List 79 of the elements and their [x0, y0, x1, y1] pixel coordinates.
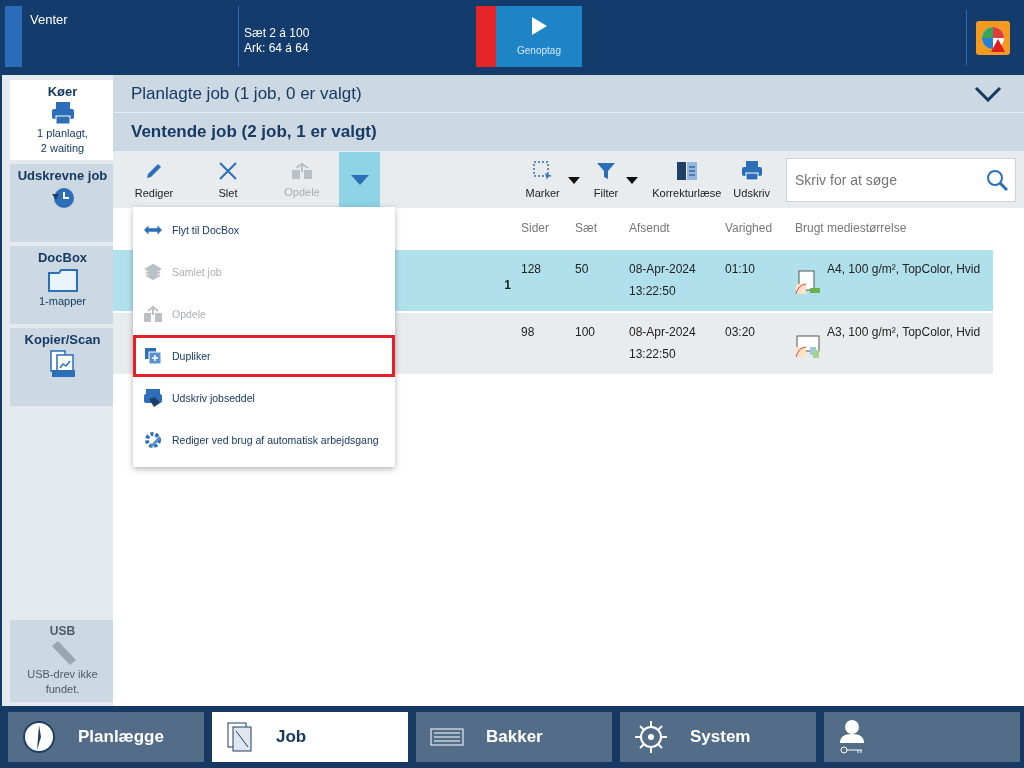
table-cell-text: 01:10: [725, 262, 757, 276]
table-cell: A4, 100 g/m², TopColor, Hvid: [827, 262, 981, 276]
printer-icon: [50, 102, 75, 124]
media-icon: [795, 333, 821, 359]
menu-item[interactable]: Dupliker: [133, 335, 395, 377]
table-cell-text: 08-Apr-2024: [629, 325, 697, 339]
search-icon[interactable]: [986, 169, 1008, 191]
caret-icon[interactable]: [567, 176, 580, 184]
media-icon: [795, 270, 821, 296]
nav-tab[interactable]: Bakker: [416, 712, 612, 762]
table-cell-text: 128: [521, 262, 543, 276]
section-header[interactable]: Ventende job (2 job, 1 er valgt): [113, 113, 1024, 152]
column-header[interactable]: Afsendt: [624, 221, 725, 235]
sidebar-item[interactable]: Kopier/Scan: [10, 328, 115, 406]
printer-icon: [740, 161, 763, 181]
color-wheel-icon[interactable]: [976, 20, 1010, 55]
table-cell-text: 13:22:50: [629, 347, 677, 361]
toolbar-button[interactable]: Filter: [587, 152, 625, 208]
nav-tab[interactable]: Job: [212, 712, 408, 762]
double-arrow-icon: [144, 224, 162, 236]
split-icon: [291, 162, 313, 180]
nav-tab[interactable]: [824, 712, 1020, 762]
toolbar-button[interactable]: Slet: [191, 152, 265, 208]
caret-icon[interactable]: [626, 176, 639, 184]
user-key-icon: [838, 719, 866, 755]
sidebar-item[interactable]: Udskrevne job: [10, 164, 115, 242]
usb-title: USB: [49, 624, 76, 638]
history-icon: [49, 186, 76, 210]
table-cell-text: 98: [521, 325, 536, 339]
column-header[interactable]: Sæt: [575, 221, 624, 235]
toolbar-button[interactable]: Udskriv: [727, 152, 776, 208]
duplicate-icon: [144, 348, 162, 364]
usb-status-text: USB-drev ikke: [27, 668, 98, 681]
column-header[interactable]: Varighed: [725, 221, 795, 235]
menu-item[interactable]: Udskriv jobseddel: [133, 377, 395, 419]
table-cell-text: 50: [575, 262, 590, 276]
chevron-down-icon[interactable]: [974, 85, 1002, 102]
selection-icon: [532, 161, 553, 181]
table-cell: 1: [504, 278, 511, 292]
clock-icon: [22, 720, 56, 754]
more-button[interactable]: [339, 152, 380, 208]
toolbar-button[interactable]: Rediger: [117, 152, 191, 208]
section-title: Planlagte job (1 job, 0 er valgt): [131, 83, 362, 104]
column-header[interactable]: Brugt mediestørrelse: [795, 221, 993, 235]
sidebar-item[interactable]: DocBox 1-mapper: [10, 246, 115, 324]
nav-tab[interactable]: System: [620, 712, 816, 762]
triangle-down-icon: [349, 174, 370, 186]
close-icon: [218, 161, 238, 181]
toolbar-button[interactable]: Korrekturlæse: [646, 152, 728, 208]
menu-item[interactable]: Rediger ved brug af automatisk arbejdsgang: [133, 419, 395, 461]
printer-icon: [144, 389, 162, 407]
copy-scan-icon: [48, 350, 77, 378]
toolbar-button[interactable]: Marker: [519, 152, 566, 208]
search-field[interactable]: Skriv for at søge: [786, 158, 1016, 202]
settings-icon: [634, 720, 668, 754]
book-icon: [675, 161, 698, 181]
section-header[interactable]: Planlagte job (1 job, 0 er valgt): [113, 75, 1024, 113]
progress-text: Sæt 2 á 100: [244, 25, 311, 41]
table-cell-text: 03:20: [725, 325, 757, 339]
filter-icon: [596, 161, 616, 181]
split-icon: [144, 306, 162, 322]
table-cell-text: 100: [575, 325, 597, 339]
pencil-icon: [144, 161, 164, 181]
play-icon: [531, 17, 547, 35]
gear-pencil-icon: [144, 431, 162, 449]
documents-icon: [226, 721, 254, 753]
folder-icon: [47, 268, 78, 292]
progress-text: Ark: 64 á 64: [244, 40, 310, 56]
table-cell-text: 08-Apr-2024: [629, 262, 697, 276]
status-text: Venter: [30, 12, 68, 27]
nav-tab[interactable]: Planlægge: [8, 712, 204, 762]
tray-icon: [430, 728, 464, 746]
sidebar-item[interactable]: Køer 1 planlagt, 2 waiting: [10, 80, 115, 160]
menu-item[interactable]: Flyt til DocBox: [133, 209, 395, 251]
table-cell-text: 13:22:50: [629, 284, 677, 298]
column-header[interactable]: Sider: [521, 221, 575, 235]
usb-status-text: fundet.: [45, 683, 80, 696]
table-cell: A3, 100 g/m², TopColor, Hvid: [827, 325, 981, 339]
stack-icon: [144, 263, 162, 281]
